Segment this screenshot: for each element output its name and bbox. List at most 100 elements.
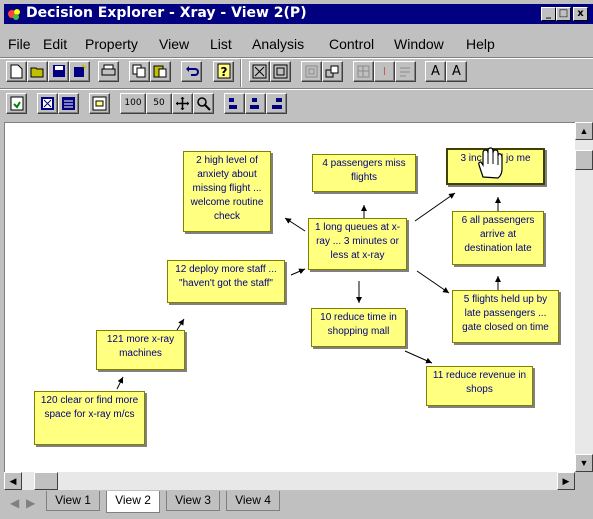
menu-bar: File Edit Property View List Analysis Co…: [4, 36, 593, 55]
concept-node-121[interactable]: 121 more x-ray machines: [96, 330, 185, 370]
zoom-fit-button[interactable]: [249, 61, 270, 82]
link-121-to-12: [176, 318, 185, 331]
tab-view-4[interactable]: View 4: [226, 491, 280, 511]
align-right-button[interactable]: [266, 93, 287, 114]
app-window: Decision Explorer - Xray - View 2(P) _ □…: [0, 0, 593, 519]
map-view-button[interactable]: [37, 93, 58, 114]
tab-view-2[interactable]: View 2: [106, 491, 160, 513]
save-as-button[interactable]: [69, 61, 90, 82]
zoom-100-button[interactable]: 100: [120, 93, 146, 114]
menu-help[interactable]: Help: [466, 36, 495, 52]
font-increase-icon: A: [431, 64, 440, 79]
horizontal-scroll-thumb[interactable]: [34, 472, 58, 490]
horizontal-scrollbar[interactable]: ◀ ▶: [4, 472, 575, 490]
menu-analysis[interactable]: Analysis: [252, 36, 304, 52]
list-view-button[interactable]: [58, 93, 79, 114]
scroll-down-button[interactable]: ▼: [575, 454, 593, 472]
maximize-icon: □: [558, 8, 569, 19]
concept-node-2[interactable]: 2 high level of anxiety about missing fl…: [183, 151, 271, 232]
menu-control[interactable]: Control: [329, 36, 374, 52]
scroll-left-button[interactable]: ◀: [4, 472, 22, 490]
save-button[interactable]: [48, 61, 69, 82]
tab-view-1[interactable]: View 1: [46, 491, 100, 511]
printer-icon: [101, 64, 116, 76]
open-button[interactable]: [27, 61, 48, 82]
map-canvas[interactable]: 2 high level of anxiety about missing fl…: [4, 122, 575, 472]
font-decrease-icon: A: [452, 64, 461, 79]
scroll-right-button[interactable]: ▶: [557, 472, 575, 490]
scroll-corner: [575, 472, 593, 490]
zoom-select-icon: [273, 64, 288, 79]
cut-link-icon: I: [382, 65, 387, 78]
concept-node-4[interactable]: 4 passengers miss flights: [312, 154, 416, 192]
link-10-to-11: [404, 350, 433, 364]
zoom-button[interactable]: [193, 93, 214, 114]
copy-button[interactable]: [129, 61, 150, 82]
concept-node-6[interactable]: 6 all passengers arrive at destination l…: [452, 211, 544, 265]
tab-view-3[interactable]: View 3: [166, 491, 220, 511]
align-center-button[interactable]: [245, 93, 266, 114]
window-title: Decision Explorer - Xray - View 2(P): [26, 5, 307, 21]
map-view-icon: [41, 97, 54, 110]
menu-window[interactable]: Window: [394, 36, 444, 52]
refresh-document-icon: [10, 96, 23, 111]
app-logo-icon: [8, 9, 20, 20]
style-button[interactable]: [89, 93, 110, 114]
font-decrease-button[interactable]: A: [446, 61, 467, 82]
concept-node-11[interactable]: 11 reduce revenue in shops: [426, 366, 533, 406]
style-icon: [92, 96, 107, 111]
close-icon: x: [577, 8, 584, 19]
maximize-button[interactable]: □: [556, 7, 571, 21]
scroll-right-icon: ▶: [562, 476, 570, 486]
concept-node-1[interactable]: 1 long queues at x-ray ... 3 minutes or …: [308, 218, 407, 270]
grid-icon: [357, 65, 370, 78]
concept-node-10[interactable]: 10 reduce time in shopping mall: [311, 308, 406, 347]
menu-file[interactable]: File: [8, 36, 31, 52]
help-button[interactable]: ?: [213, 61, 234, 82]
new-button[interactable]: [6, 61, 27, 82]
help-question-icon: ?: [217, 63, 230, 79]
menu-edit[interactable]: Edit: [43, 36, 67, 52]
link-button[interactable]: [301, 61, 322, 82]
tab-scroll-left-icon[interactable]: ◀: [10, 496, 19, 510]
copy-icon: [132, 64, 146, 78]
link-1-to-5: [416, 270, 450, 294]
save-disk-icon: [52, 65, 65, 77]
concept-node-120[interactable]: 120 clear or find more space for x-ray m…: [34, 391, 145, 445]
merge-button[interactable]: [395, 61, 416, 82]
font-increase-button[interactable]: A: [425, 61, 446, 82]
zoom-50-button[interactable]: 50: [146, 93, 172, 114]
link-node-icon: [305, 65, 318, 78]
zoom-50-icon: 50: [153, 98, 165, 108]
vertical-scroll-thumb[interactable]: [575, 150, 593, 170]
refresh-view-button[interactable]: [6, 93, 27, 114]
arrange-button[interactable]: [322, 61, 343, 82]
hand-cursor-icon: [478, 147, 503, 179]
scroll-up-button[interactable]: ▲: [575, 122, 593, 140]
link-120-to-121: [116, 376, 124, 390]
minimize-button[interactable]: _: [541, 7, 556, 21]
undo-button[interactable]: [181, 61, 202, 82]
arrange-icon: [325, 65, 339, 78]
pan-move-icon: [176, 97, 189, 110]
align-left-button[interactable]: [224, 93, 245, 114]
grid-button[interactable]: [353, 61, 374, 82]
close-button[interactable]: x: [573, 7, 588, 21]
tab-scroll-right-icon[interactable]: ▶: [26, 496, 35, 510]
link-1-to-3: [414, 192, 456, 222]
pan-button[interactable]: [172, 93, 193, 114]
menu-view[interactable]: View: [159, 36, 189, 52]
open-folder-icon: [30, 67, 44, 78]
zoom-select-button[interactable]: [270, 61, 291, 82]
menu-property[interactable]: Property: [85, 36, 138, 52]
cut-link-button[interactable]: I: [374, 61, 395, 82]
menu-list[interactable]: List: [210, 36, 232, 52]
svg-text:?: ?: [220, 65, 227, 79]
vertical-scrollbar[interactable]: ▲ ▼: [575, 122, 593, 472]
title-bar[interactable]: Decision Explorer - Xray - View 2(P) _ □…: [4, 4, 593, 24]
merge-icon: [400, 67, 410, 77]
concept-node-12[interactable]: 12 deploy more staff ... "haven't got th…: [167, 260, 285, 303]
concept-node-5[interactable]: 5 flights held up by late passengers ...…: [452, 290, 559, 343]
print-button[interactable]: [98, 61, 119, 82]
paste-button[interactable]: [150, 61, 171, 82]
